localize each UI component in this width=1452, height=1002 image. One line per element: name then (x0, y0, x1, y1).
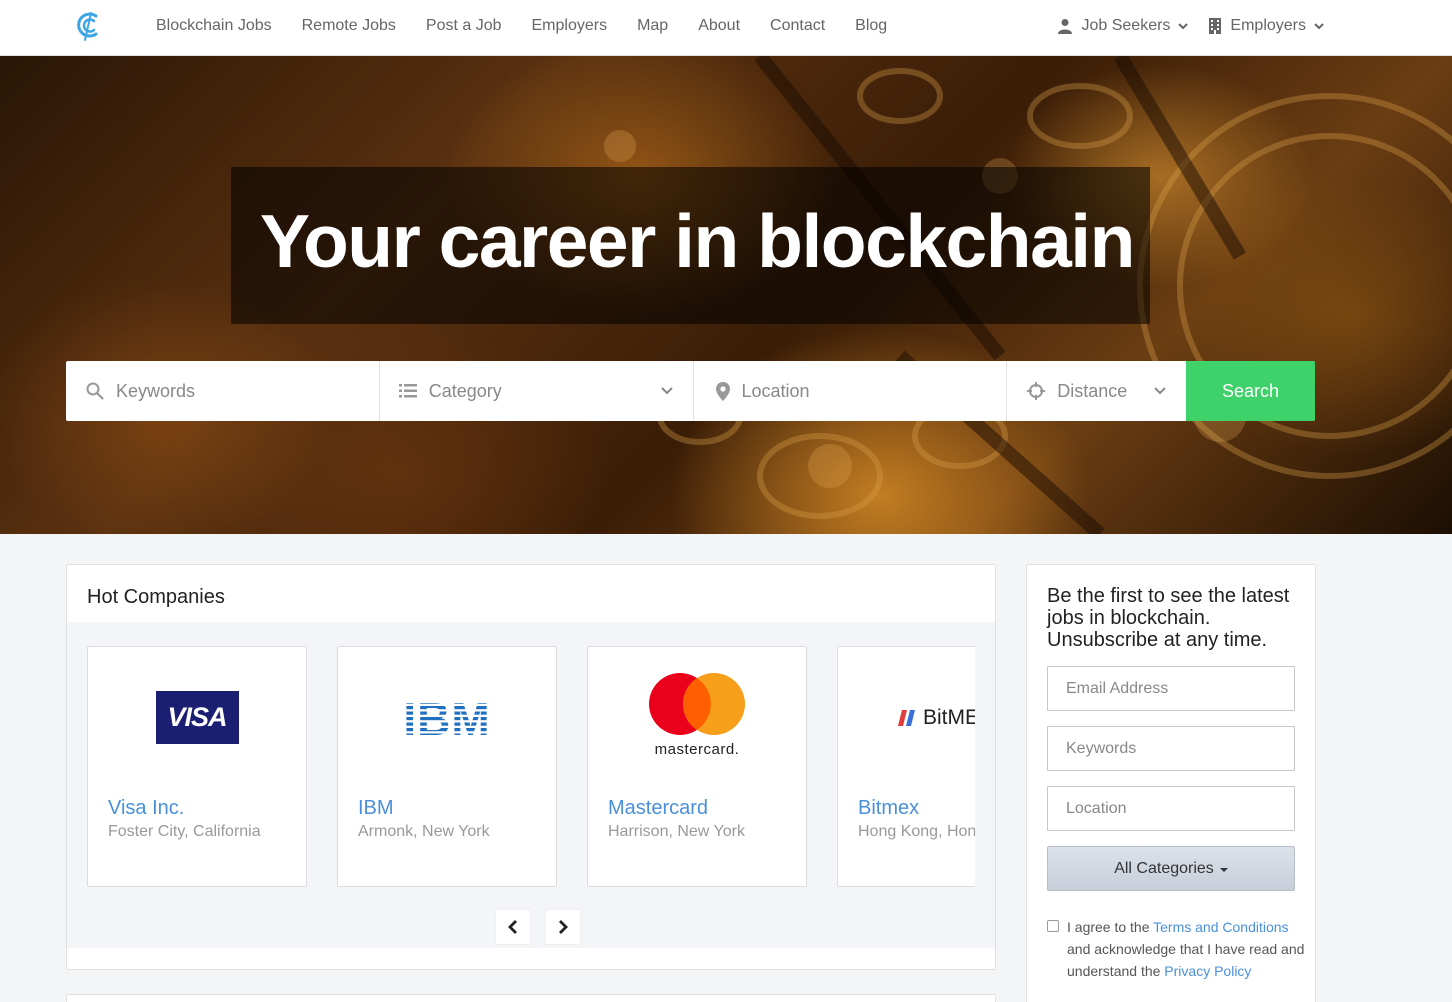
employers-label: Employers (1230, 17, 1306, 34)
companies-carousel: VISA Visa Inc. Foster City, California I… (87, 646, 975, 888)
category-select[interactable]: Category (380, 361, 694, 421)
job-seekers-label: Job Seekers (1081, 17, 1171, 34)
company-location: Harrison, New York (608, 823, 745, 840)
chevron-down-icon (1154, 387, 1166, 395)
email-field[interactable] (1047, 666, 1295, 711)
user-icon (1058, 19, 1073, 34)
privacy-policy-link[interactable]: Privacy Policy (1164, 963, 1251, 979)
nav-map[interactable]: Map (622, 17, 683, 35)
bitmex-logo: BitMEX (898, 706, 975, 730)
keywords-placeholder: Keywords (116, 380, 196, 401)
chevron-right-icon (559, 920, 568, 934)
nav-blog[interactable]: Blog (840, 17, 902, 35)
caret-down-icon (1219, 867, 1228, 872)
nav-remote-jobs[interactable]: Remote Jobs (287, 17, 411, 35)
visa-logo-mark: VISA (155, 690, 239, 744)
chevron-left-icon (508, 920, 517, 934)
next-section-panel (66, 994, 996, 1002)
company-name[interactable]: IBM (358, 797, 394, 820)
hero-banner: Your career in blockchain Keywords Categ… (0, 56, 1452, 534)
agree-text-start: I agree to the (1067, 919, 1154, 935)
main-nav: Blockchain Jobs Remote Jobs Post a Job E… (141, 0, 902, 52)
job-alert-panel: Be the first to see the latest jobs in b… (1026, 564, 1316, 1002)
search-button[interactable]: Search (1186, 361, 1315, 421)
employers-dropdown[interactable]: Employers (1208, 17, 1324, 35)
hot-companies-body: VISA Visa Inc. Foster City, California I… (67, 622, 995, 948)
bitmex-slash-icon (898, 710, 915, 726)
alert-location-field[interactable] (1047, 786, 1295, 831)
nav-account-menus: Job Seekers Employers (1057, 0, 1324, 52)
bitmex-logo-mark: BitMEX (923, 706, 975, 729)
hot-companies-panel: Hot Companies VISA Visa Inc. Foster City… (66, 564, 996, 970)
carousel-prev-button[interactable] (495, 909, 531, 945)
keywords-search-field[interactable]: Keywords (66, 361, 380, 421)
all-categories-label: All Categories (1114, 859, 1214, 877)
map-pin-icon (715, 381, 730, 401)
hero-title: Your career in blockchain (260, 199, 1135, 283)
job-seekers-dropdown[interactable]: Job Seekers (1057, 17, 1189, 35)
company-card-bitmex[interactable]: BitMEX Bitmex Hong Kong, Hong Kong (837, 646, 975, 887)
carousel-next-button[interactable] (545, 909, 581, 945)
hot-companies-title: Hot Companies (87, 586, 225, 608)
mastercard-logo-mark: mastercard. (655, 741, 740, 758)
company-card-ibm[interactable]: IBM IBM Armonk, New York (337, 646, 557, 887)
terms-link[interactable]: Terms and Conditions (1153, 919, 1288, 935)
building-icon (1209, 18, 1222, 34)
company-location: Armonk, New York (358, 823, 490, 840)
chevron-down-icon (1178, 23, 1189, 30)
nav-employers[interactable]: Employers (517, 17, 623, 35)
category-placeholder: Category (428, 380, 502, 401)
chevron-down-icon (1314, 23, 1324, 30)
company-card-visa[interactable]: VISA Visa Inc. Foster City, California (87, 646, 307, 887)
top-navbar: Blockchain Jobs Remote Jobs Post a Job E… (0, 0, 1452, 56)
company-name[interactable]: Mastercard (608, 797, 708, 820)
nav-about[interactable]: About (683, 17, 755, 35)
visa-logo: VISA (88, 667, 306, 767)
alert-keywords-field[interactable] (1047, 726, 1295, 771)
company-name[interactable]: Bitmex (858, 797, 919, 820)
site-logo-icon[interactable] (74, 10, 104, 42)
company-location: Hong Kong, Hong Kong (858, 823, 975, 840)
agree-terms-checkbox[interactable] (1047, 920, 1059, 932)
nav-post-a-job[interactable]: Post a Job (411, 17, 517, 35)
agree-terms-text: I agree to the Terms and Conditions and … (1067, 916, 1307, 982)
ibm-logo-mark: IBM (403, 695, 490, 739)
job-alert-heading: Be the first to see the latest jobs in b… (1047, 585, 1290, 651)
list-icon (398, 384, 417, 398)
search-icon (86, 382, 104, 400)
location-search-field[interactable]: Location (694, 361, 1008, 421)
company-name[interactable]: Visa Inc. (108, 797, 184, 820)
nav-blockchain-jobs[interactable]: Blockchain Jobs (141, 17, 287, 35)
chevron-down-icon (660, 387, 673, 395)
job-search-bar: Keywords Category Location Distance Sear… (66, 361, 1315, 421)
company-card-mastercard[interactable]: mastercard. Mastercard Harrison, New Yor… (587, 646, 807, 887)
mastercard-logo: mastercard. (588, 667, 806, 767)
location-placeholder: Location (741, 380, 810, 401)
ibm-logo: IBM (338, 667, 556, 767)
nav-contact[interactable]: Contact (755, 17, 840, 35)
all-categories-dropdown[interactable]: All Categories (1047, 846, 1295, 891)
crosshair-icon (1027, 382, 1046, 400)
distance-select[interactable]: Distance (1007, 361, 1186, 421)
distance-placeholder: Distance (1057, 380, 1128, 401)
company-location: Foster City, California (108, 823, 261, 840)
